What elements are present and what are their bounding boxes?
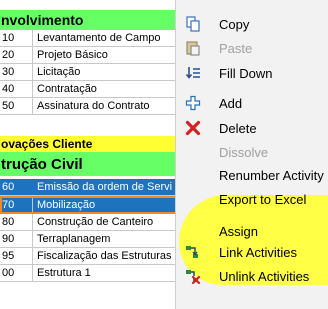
activity-id: 00 — [0, 265, 33, 281]
menu-item-add[interactable]: Add — [176, 91, 328, 115]
menu-item-link-activities[interactable]: Link Activities — [176, 240, 328, 264]
menu-item-copy[interactable]: Copy — [176, 12, 328, 36]
activity-id: 95 — [0, 248, 33, 264]
link-activities-icon — [184, 243, 202, 261]
activity-id: 20 — [0, 47, 33, 63]
activity-id: 40 — [0, 81, 33, 97]
section-header-construcao[interactable]: trução Civil — [0, 152, 200, 176]
activity-id: 70 — [0, 196, 33, 213]
activity-id: 10 — [0, 30, 33, 46]
context-menu: Copy Paste Fill Down Add Delete Dissolve… — [175, 0, 328, 309]
activity-id: 30 — [0, 64, 33, 80]
menu-item-renumber-activity[interactable]: Renumber Activity — [176, 163, 328, 187]
copy-icon — [184, 15, 202, 33]
add-icon — [184, 94, 202, 112]
fill-down-icon — [184, 64, 202, 82]
menu-item-delete[interactable]: Delete — [176, 116, 328, 140]
activity-id: 90 — [0, 231, 33, 247]
delete-icon — [184, 119, 202, 137]
activity-id: 50 — [0, 98, 33, 114]
section-header-aprovacoes[interactable]: ovações Cliente — [0, 136, 200, 152]
menu-item-paste[interactable]: Paste — [176, 36, 328, 60]
menu-item-export-to-excel[interactable]: Export to Excel — [176, 187, 328, 211]
paste-icon — [184, 39, 202, 57]
section-header-envolvimento[interactable]: nvolvimento — [0, 10, 200, 30]
activity-id: 80 — [0, 214, 33, 230]
unlink-activities-icon — [184, 267, 202, 285]
menu-item-fill-down[interactable]: Fill Down — [176, 61, 328, 85]
menu-item-unlink-activities[interactable]: Unlink Activities — [176, 264, 328, 288]
activity-id: 60 — [0, 179, 33, 195]
menu-item-dissolve[interactable]: Dissolve — [176, 140, 328, 164]
